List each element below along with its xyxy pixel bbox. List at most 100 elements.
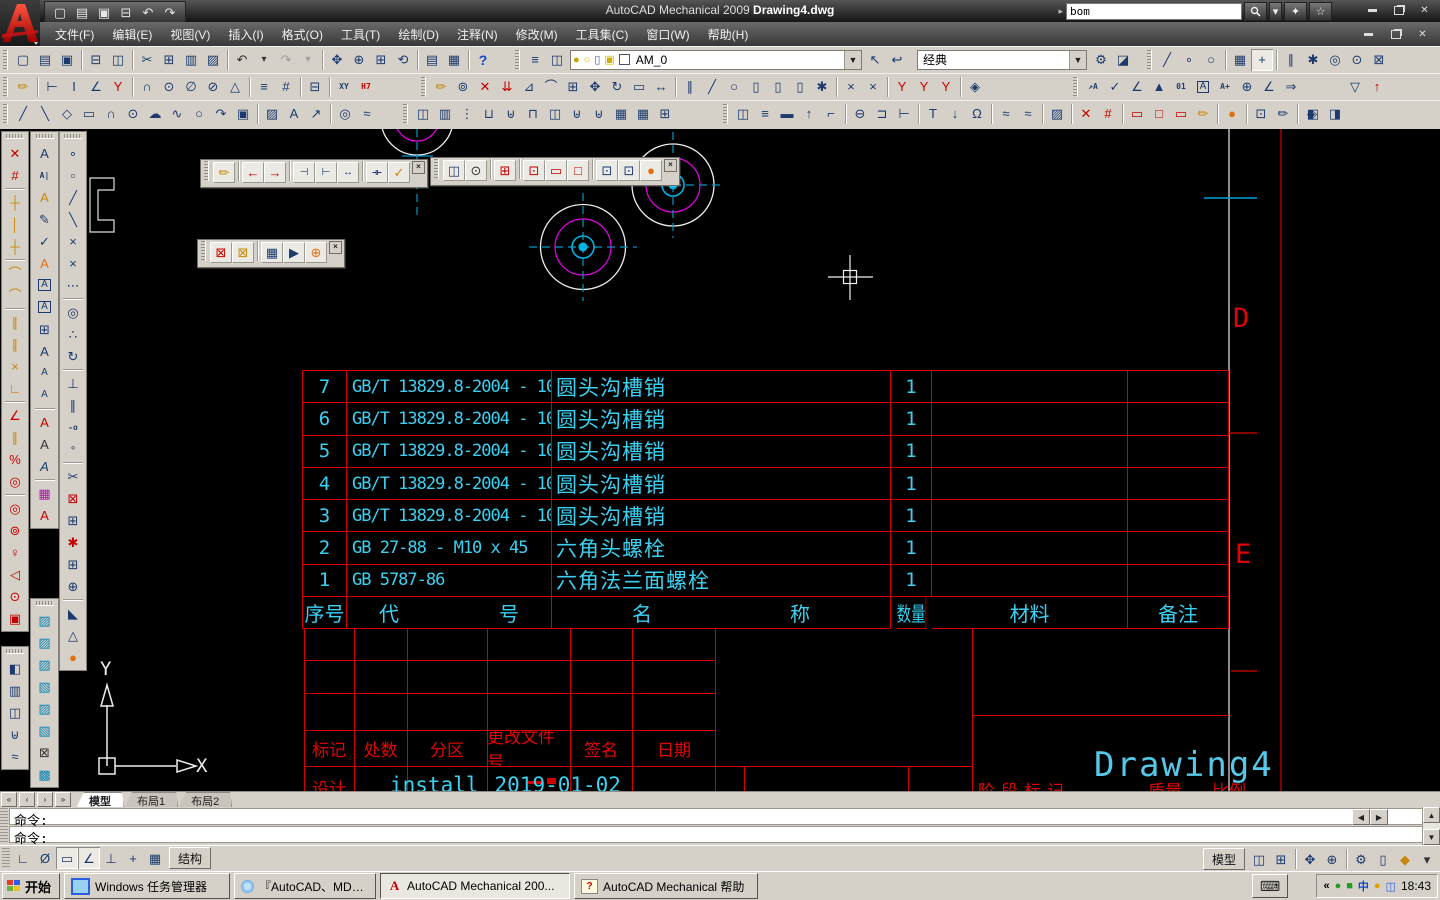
save-icon[interactable]: ▣ (56, 49, 78, 71)
plate-icon[interactable]: ▬ (776, 103, 798, 125)
assembly-icon[interactable]: ▦ (261, 242, 283, 263)
search-input[interactable] (1066, 2, 1242, 20)
text-large-icon[interactable]: A (34, 340, 56, 362)
ime-indicator[interactable]: 中 (1358, 878, 1369, 894)
circle-group-icon[interactable]: ⊚ (4, 519, 26, 541)
layer-previous-icon[interactable]: ↩ (886, 49, 908, 71)
favorites-star-icon[interactable]: ☆ (1309, 1, 1332, 21)
ellipse-icon[interactable]: ○ (188, 103, 210, 125)
centerline-vertical-icon[interactable]: │ (4, 213, 26, 235)
toolbar-grip[interactable] (3, 103, 8, 124)
minimize-button[interactable] (1361, 3, 1384, 18)
save-icon[interactable]: ▣ (93, 1, 115, 23)
edit-sheet-icon[interactable]: ✏ (1272, 103, 1294, 125)
close-toolbar-button[interactable]: × (664, 159, 677, 172)
menu-edit[interactable]: 编辑(E) (103, 23, 161, 46)
scale-area-icon[interactable]: ▭ (545, 160, 567, 181)
command-scroll-left-icon[interactable]: ◀ (1352, 809, 1370, 825)
check-dimension-icon[interactable]: ✓ (1104, 76, 1126, 98)
screen-blue-icon[interactable]: ◧ (4, 657, 26, 679)
triangle-line-icon[interactable]: △ (62, 624, 84, 646)
boxed-circle-icon[interactable]: ▣ (4, 607, 26, 629)
partial-view-icon[interactable]: ◨ (1324, 103, 1346, 125)
polyline-icon[interactable]: ≈ (356, 103, 378, 125)
make-object-layer-current-icon[interactable]: ↖ (864, 49, 886, 71)
stretch-icon[interactable]: ↔ (650, 76, 672, 98)
center-hole-icon[interactable]: ⊙ (4, 585, 26, 607)
perpendicular-node-icon[interactable]: ⊥ (62, 372, 84, 394)
line-tool-icon[interactable]: ╱ (1156, 49, 1178, 71)
stretch-dim-icon[interactable]: ← (242, 162, 264, 183)
infocenter-expand-arrow-icon[interactable]: ▸ (1058, 6, 1063, 17)
mirror-icon[interactable]: ⊿ (518, 76, 540, 98)
ortho-toggle-icon[interactable]: ▭ (56, 847, 78, 869)
power-edit-dim-icon[interactable]: ✏ (213, 162, 235, 183)
shift-dim-icon[interactable]: ↔ (337, 162, 359, 183)
redo-icon[interactable]: ↷ (159, 1, 181, 23)
keyboard-icon[interactable]: ⌨ (1252, 874, 1288, 898)
menu-file[interactable]: 文件(F) (46, 23, 103, 46)
circle-mark-icon[interactable]: ◎ (4, 470, 26, 492)
steering-wheel-icon[interactable]: ⚙ (1350, 848, 1372, 870)
rotate-node-icon[interactable]: ↻ (62, 345, 84, 367)
power-dimension-icon[interactable]: ✏ (12, 76, 34, 98)
standard-parts-icon[interactable]: ⊞ (654, 103, 676, 125)
menu-modify[interactable]: 修改(M) (507, 23, 567, 46)
burst-red-icon[interactable]: ✱ (62, 531, 84, 553)
layer-properties-icon[interactable]: ≡ (524, 49, 546, 71)
snap-cycle-icon[interactable]: × (862, 76, 884, 98)
toolbar-grip[interactable] (204, 161, 209, 181)
hatch-box-icon[interactable]: ⊠ (34, 741, 56, 763)
drawing-canvas[interactable]: Y X D E 7GB/T 13829.8-2004 - 10 x 30圆头沟槽… (0, 129, 1440, 791)
messenger-tray-icon[interactable]: ● (1374, 880, 1381, 892)
linear-dimension-icon[interactable]: ⊢ (41, 76, 63, 98)
centerline-cross-icon[interactable]: ⋮ (456, 103, 478, 125)
break-square-icon[interactable]: ▫ (62, 164, 84, 186)
dashes-icon[interactable]: ⋯ (62, 274, 84, 296)
screw-calc-icon[interactable]: T (922, 103, 944, 125)
new-file-icon[interactable]: ▢ (49, 1, 71, 23)
small-node-icon[interactable]: ∘ (62, 438, 84, 460)
tab-first-icon[interactable]: « (1, 792, 17, 807)
workspace-dropdown[interactable]: 经典 ▼ (917, 49, 1087, 70)
cross-break-icon[interactable]: × (62, 230, 84, 252)
rotate-icon[interactable]: ↻ (606, 76, 628, 98)
workspace-settings-icon[interactable]: ⚙ (1090, 49, 1112, 71)
bearing-generator-icon[interactable]: ◫ (4, 701, 26, 723)
line-node-icon[interactable]: ╲ (62, 208, 84, 230)
layer-lock-icon[interactable]: ▯ (594, 53, 600, 66)
power-recall-icon[interactable]: ● (1221, 103, 1243, 125)
dimension-text-icon[interactable]: XY (333, 76, 355, 98)
print-preview-icon[interactable]: ◫ (107, 49, 129, 71)
start-button[interactable]: 开始 (2, 873, 61, 899)
solid-fill-icon[interactable]: ▲ (1148, 76, 1170, 98)
stub-line-icon[interactable]: -o (62, 416, 84, 438)
frame-text-icon[interactable]: 01 (1170, 76, 1192, 98)
menu-annotate[interactable]: 注释(N) (448, 23, 507, 46)
new-view-icon[interactable]: ⊡ (523, 160, 545, 181)
fits-list-icon[interactable]: ⊐ (871, 103, 893, 125)
power-edit-icon[interactable]: ✏ (430, 76, 452, 98)
dyn-toggle-icon[interactable]: + (122, 847, 144, 869)
workspace-dropdown-caret-icon[interactable]: ▼ (1069, 50, 1086, 69)
toolbar-grip[interactable] (1073, 76, 1078, 97)
ellipse-arc-icon[interactable]: ↷ (210, 103, 232, 125)
toolbar-grip[interactable] (3, 76, 8, 97)
detail-zoom-icon[interactable]: ⊕ (305, 242, 327, 263)
block-arrange-icon[interactable]: ⊞ (34, 318, 56, 340)
text-edit-icon[interactable]: A| (34, 164, 56, 186)
burst-icon[interactable]: ✱ (811, 76, 833, 98)
spring-icon[interactable]: ≈ (995, 103, 1017, 125)
toolbar-grip[interactable] (1147, 49, 1152, 70)
print-icon[interactable]: ⊟ (115, 1, 137, 23)
text-small-icon[interactable]: A (34, 384, 56, 406)
power-erase-icon[interactable]: ✕ (474, 76, 496, 98)
thread-icon[interactable]: ♀ (4, 541, 26, 563)
zoom-block-icon[interactable]: ⊞ (62, 553, 84, 575)
paste-icon[interactable]: ▥ (180, 49, 202, 71)
toolbar-grip[interactable] (515, 49, 520, 70)
hatch-dense-icon[interactable]: ▩ (34, 763, 56, 785)
spell-check-icon[interactable]: ✓ (34, 230, 56, 252)
toolbar-grip[interactable] (35, 601, 54, 606)
text-above-icon[interactable]: A+ (1214, 76, 1236, 98)
